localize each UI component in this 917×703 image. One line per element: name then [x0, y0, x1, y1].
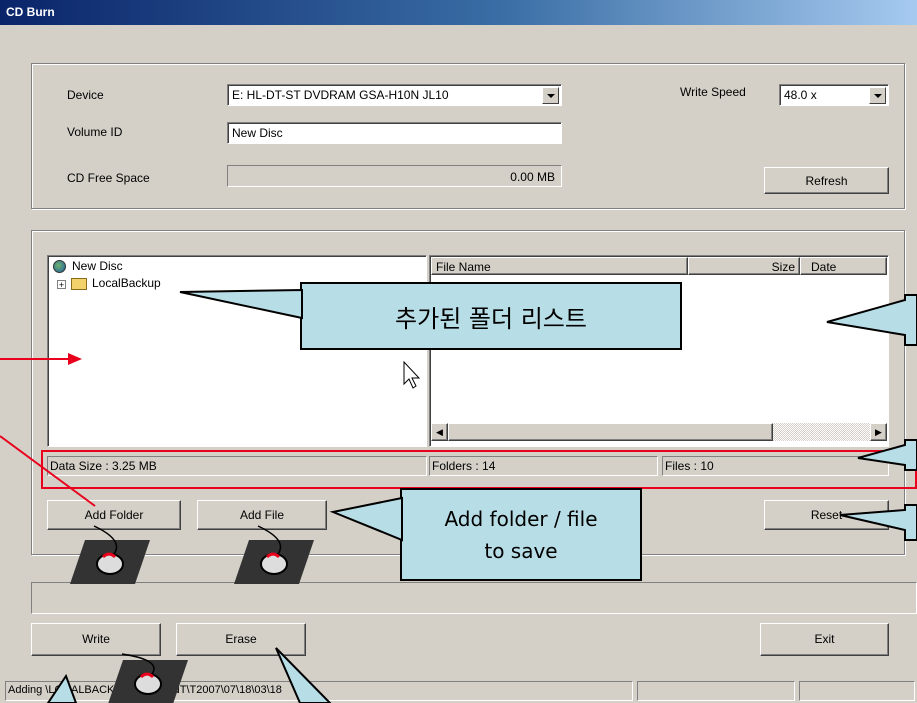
window-title-bar: CD Burn: [0, 0, 917, 25]
write-speed-label: Write Speed: [680, 85, 746, 99]
reset-button[interactable]: Reset: [764, 500, 889, 530]
scroll-thumb[interactable]: [448, 423, 773, 441]
write-speed-select[interactable]: 48.0 x: [779, 84, 889, 106]
folder-list-callout-text: 추가된 폴더 리스트: [395, 304, 587, 333]
chevron-down-icon[interactable]: [869, 87, 886, 104]
column-header-file-name[interactable]: File Name: [431, 257, 688, 275]
free-space-value: 0.00 MB: [510, 170, 555, 184]
erase-button[interactable]: Erase: [176, 623, 306, 656]
summary-highlight-frame: [41, 450, 917, 489]
exit-label: Exit: [814, 632, 835, 646]
free-space-label: CD Free Space: [67, 171, 150, 185]
free-space-bar: 0.00 MB: [227, 165, 562, 187]
column-label: Size: [771, 260, 795, 274]
status-text: Adding \LOCALBACKUP\CURRENT\T2007\07\18\…: [8, 684, 282, 696]
write-button[interactable]: Write: [31, 623, 161, 656]
tree-child-label[interactable]: LocalBackup: [92, 276, 161, 290]
column-header-size[interactable]: Size: [688, 257, 800, 275]
add-folder-label: Add Folder: [84, 508, 144, 522]
add-file-label: Add File: [239, 508, 285, 522]
add-folder-button[interactable]: Add Folder: [47, 500, 181, 530]
tree-root-label[interactable]: New Disc: [72, 259, 123, 273]
column-label: File Name: [436, 260, 491, 274]
status-cell-2: [637, 681, 795, 701]
window-title: CD Burn: [6, 5, 55, 19]
horizontal-scrollbar[interactable]: ◀ ▶: [431, 423, 887, 441]
write-label: Write: [82, 632, 110, 646]
reset-label: Reset: [810, 508, 843, 522]
status-cell-3: [799, 681, 915, 701]
add-file-button[interactable]: Add File: [197, 500, 327, 530]
folder-icon: [71, 278, 87, 290]
add-to-save-callout-text: Add folder / file to save: [444, 506, 598, 563]
refresh-button-label: Refresh: [805, 174, 848, 188]
column-label: Date: [811, 260, 837, 274]
status-bar: Adding \LOCALBACKUP\CURRENT\T2007\07\18\…: [0, 679, 917, 703]
scroll-left-button[interactable]: ◀: [431, 423, 448, 441]
progress-bar: [31, 582, 917, 614]
file-list-header: File Name Size Date: [431, 257, 887, 275]
volume-id-value: New Disc: [232, 126, 283, 140]
column-header-date[interactable]: Date: [800, 257, 887, 275]
device-label: Device: [67, 88, 104, 102]
volume-id-label: Volume ID: [67, 125, 123, 139]
device-select-value: E: HL-DT-ST DVDRAM GSA-H10N JL10: [232, 88, 449, 102]
device-select[interactable]: E: HL-DT-ST DVDRAM GSA-H10N JL10: [227, 84, 562, 106]
add-to-save-callout: Add folder / file to save: [400, 488, 642, 581]
erase-label: Erase: [225, 632, 257, 646]
chevron-down-icon[interactable]: [542, 87, 559, 104]
status-text-cell: Adding \LOCALBACKUP\CURRENT\T2007\07\18\…: [5, 681, 633, 701]
refresh-button[interactable]: Refresh: [764, 167, 889, 194]
volume-id-input[interactable]: New Disc: [227, 122, 562, 144]
globe-icon: [53, 260, 66, 273]
exit-button[interactable]: Exit: [760, 623, 889, 656]
expand-icon[interactable]: +: [57, 280, 66, 290]
scroll-right-button[interactable]: ▶: [870, 423, 887, 441]
folder-list-callout: 추가된 폴더 리스트: [300, 282, 682, 350]
